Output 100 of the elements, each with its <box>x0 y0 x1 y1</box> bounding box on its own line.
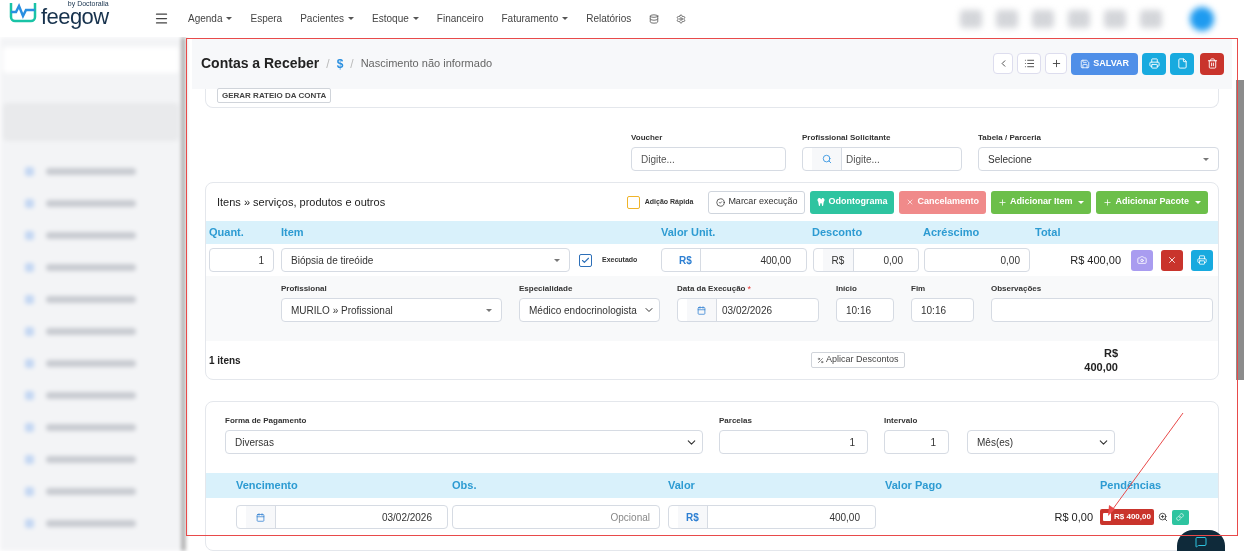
list-button[interactable] <box>1017 53 1042 74</box>
menu-icon[interactable] <box>154 11 169 26</box>
field-label: Data da Execução <box>677 285 746 293</box>
time-field[interactable]: 10:16 <box>836 298 894 322</box>
plus-icon <box>1103 197 1113 207</box>
settings-icon[interactable] <box>676 13 687 24</box>
date-field[interactable]: 03/02/2026 <box>677 298 819 322</box>
sidebar-item-icon <box>25 422 34 432</box>
toolbar-icon[interactable] <box>996 9 1018 28</box>
due-date-field[interactable]: 03/02/2026 <box>236 505 448 529</box>
checkbox[interactable] <box>1103 513 1111 521</box>
nav-item[interactable]: Pacientes <box>300 11 355 26</box>
unit-value-field[interactable]: R$ 400,00 <box>661 248 807 272</box>
value-field[interactable]: R$ 400,00 <box>668 505 876 529</box>
field-label: Profissional <box>281 285 327 293</box>
document-button[interactable] <box>1170 52 1194 75</box>
close-icon <box>906 198 915 206</box>
sidebar-item-bar[interactable] <box>46 359 136 367</box>
time-field[interactable]: 10:16 <box>911 298 974 322</box>
voucher-field[interactable]: Digite... <box>631 147 786 171</box>
action-button[interactable]: Marcar execução <box>708 190 806 214</box>
currency-symbol: $ <box>336 55 344 73</box>
nav-item[interactable]: Agenda <box>188 11 233 26</box>
toolbar-icon[interactable] <box>1140 9 1162 28</box>
table-select[interactable]: Selecione <box>978 147 1219 171</box>
item-select[interactable]: Biópsia de tireóide <box>281 248 570 272</box>
sidebar-item-bar[interactable] <box>46 455 136 463</box>
database-icon[interactable] <box>649 13 660 24</box>
sidebar-item-icon <box>25 486 34 496</box>
calendar-icon <box>697 305 706 315</box>
sidebar-item-bar[interactable] <box>46 167 136 175</box>
column-header: Vencimento <box>235 478 299 494</box>
link-icon <box>1176 513 1185 521</box>
avatar-icon[interactable] <box>1190 6 1214 31</box>
save-icon <box>1080 58 1091 69</box>
search-field[interactable] <box>3 47 179 73</box>
pending-badge[interactable]: R$ 400,00 <box>1100 509 1154 525</box>
surcharge-field[interactable]: 0,00 <box>924 248 1030 272</box>
sidebar-item-bar[interactable] <box>46 423 136 431</box>
toolbar-icon[interactable] <box>1068 9 1090 28</box>
sidebar-item-bar[interactable] <box>46 231 136 239</box>
nav-item[interactable]: Faturamento <box>501 11 569 26</box>
remove-button[interactable] <box>1161 249 1183 271</box>
delete-button[interactable] <box>1200 52 1224 75</box>
print-icon <box>1197 255 1207 265</box>
column-header: Obs. <box>452 478 478 494</box>
notes-field[interactable] <box>991 298 1213 322</box>
caret-icon <box>348 17 355 20</box>
section-title: Itens » serviços, produtos e outros <box>217 194 386 210</box>
column-header: Item <box>280 225 305 241</box>
camera-button[interactable] <box>1131 249 1153 271</box>
print-button[interactable] <box>1191 249 1213 271</box>
nav-item[interactable]: Relatórios <box>586 11 632 26</box>
payment-method-select[interactable]: Diversas <box>225 430 703 454</box>
caret-icon <box>226 17 233 20</box>
professional-select[interactable]: MURILO » Profissional <box>281 298 502 322</box>
toolbar-icon[interactable] <box>1104 9 1126 28</box>
field-label: Profissional Solicitante <box>802 134 891 142</box>
discount-field[interactable]: R$ 0,00 <box>813 248 919 272</box>
column-header: Valor <box>668 478 696 494</box>
list-icon <box>1023 58 1035 69</box>
nav-item[interactable]: Estoque <box>372 11 419 26</box>
item-count: 1 itens <box>209 353 241 368</box>
checkbox[interactable] <box>579 253 592 267</box>
nav-item[interactable]: Espera <box>250 11 283 26</box>
sidebar-item-bar[interactable] <box>46 487 136 495</box>
sidebar-item-bar[interactable] <box>46 199 136 207</box>
sidebar-item-bar[interactable] <box>46 295 136 303</box>
sidebar-item-bar[interactable] <box>46 391 136 399</box>
sidebar-item-icon <box>25 518 34 528</box>
field-label: Intervalo <box>884 417 918 425</box>
add-button[interactable] <box>1045 53 1068 74</box>
back-button[interactable] <box>993 53 1014 74</box>
rateio-button[interactable]: GERAR RATEIO DA CONTA <box>217 88 332 103</box>
specialty-select[interactable]: Médico endocrinologista <box>519 298 660 322</box>
caret-icon <box>412 17 419 20</box>
installments-field[interactable]: 1 <box>719 430 868 454</box>
sidebar-item-icon <box>25 326 34 336</box>
sidebar-item-bar[interactable] <box>46 327 136 335</box>
total-value: R$ 400,00 <box>1070 252 1121 268</box>
sidebar-item-bar[interactable] <box>46 519 136 527</box>
nav-item[interactable]: Financeiro <box>436 11 484 26</box>
column-header: Acréscimo <box>922 225 981 241</box>
zoom-icon[interactable] <box>1157 512 1168 522</box>
toolbar-icon[interactable] <box>1032 9 1054 28</box>
interval-field[interactable]: 1 <box>884 430 949 454</box>
sidebar-item-bar[interactable] <box>46 263 136 271</box>
search-field[interactable]: Digite... <box>802 147 962 171</box>
interval-unit-select[interactable]: Mês(es) <box>967 430 1115 454</box>
checkbox[interactable] <box>626 195 640 209</box>
obs-field[interactable]: Opcional <box>452 505 660 529</box>
sidebar-item-icon <box>25 230 34 240</box>
sidebar-item-icon <box>25 166 34 176</box>
quantity-field[interactable]: 1 <box>209 248 274 272</box>
apply-discounts-button[interactable]: Aplicar Descontos <box>811 352 905 368</box>
page-title: Contas a Receber <box>201 54 320 73</box>
print-button[interactable] <box>1142 52 1166 75</box>
required-mark: * <box>747 285 751 294</box>
toolbar-icon[interactable] <box>960 9 982 28</box>
tooth-icon <box>817 198 826 206</box>
